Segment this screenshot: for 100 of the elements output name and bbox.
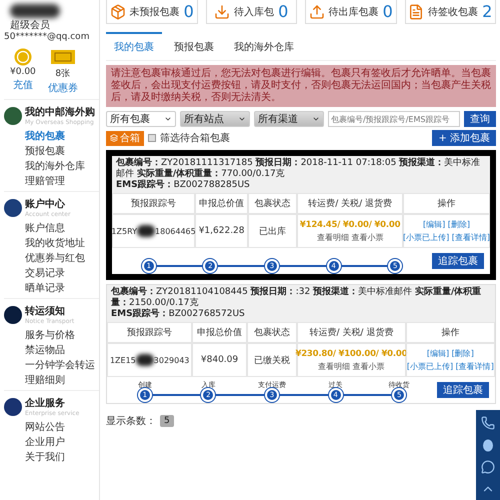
- fee-link[interactable]: 查看小票: [352, 362, 385, 370]
- section-title: 账户中心: [25, 197, 66, 211]
- stat-label: 待入库包: [234, 6, 274, 18]
- table-cell: ¥1,622.28: [195, 214, 248, 248]
- checkbox[interactable]: [148, 134, 156, 142]
- sidebar-item[interactable]: 我的海外仓库: [4, 159, 99, 174]
- operation-link[interactable]: [查看详情]: [452, 233, 490, 242]
- column-header: 转运费/ 关税/ 退货费: [297, 193, 404, 214]
- stat-label: 待出库包裹: [328, 6, 379, 18]
- sidebar-item[interactable]: 一分钟学会转运: [4, 358, 99, 373]
- filter-select[interactable]: 所有站点: [180, 111, 250, 127]
- penguin-icon[interactable]: [481, 438, 495, 452]
- sidebar-item[interactable]: 预报包裹: [4, 144, 99, 159]
- fee-link[interactable]: 查看小票: [351, 232, 384, 242]
- add-parcel-button[interactable]: + 添加包裹: [432, 130, 496, 146]
- checkbox-label: 筛选待合箱包裹: [160, 132, 230, 145]
- operation-link[interactable]: [编辑]: [426, 349, 452, 358]
- sidebar-item[interactable]: 优惠券与红包: [4, 251, 99, 266]
- column-header: 申报总价值: [195, 193, 248, 214]
- upload-icon: [308, 4, 325, 20]
- stat-card[interactable]: 待入库包 0: [206, 0, 297, 24]
- tracking-number: 1ZE15 3029043: [110, 354, 190, 366]
- search-field[interactable]: 包裹编号/预报跟踪号/EMS跟踪号: [328, 111, 460, 127]
- section-title: 我的中邮海外购: [25, 106, 95, 119]
- sidebar-item[interactable]: 理赔管理: [4, 174, 99, 189]
- sidebar-item[interactable]: 我的收货地址: [4, 236, 99, 251]
- tab[interactable]: 预报包裹: [166, 32, 222, 60]
- tab[interactable]: 我的海外仓库: [226, 32, 302, 60]
- operation-link[interactable]: [编辑]: [422, 220, 448, 229]
- chevron-down-icon: [164, 115, 172, 123]
- section-icon: [4, 106, 22, 124]
- sidebar-item[interactable]: 理赔细则: [4, 373, 99, 388]
- stat-label: 未预报包裹: [130, 6, 180, 18]
- column-header: 包裹状态: [248, 193, 298, 214]
- sidebar-item[interactable]: 网站公告: [4, 420, 99, 435]
- fee-link[interactable]: 查看明细: [316, 232, 352, 242]
- wallet-value: 8张: [55, 68, 70, 80]
- fee-amounts: ¥124.45/ ¥0.00/ ¥0.00: [300, 220, 400, 230]
- stat-card[interactable]: 待出库包裹 0: [305, 0, 396, 24]
- column-header: 操作: [403, 193, 490, 214]
- column-header: 转运费/ 关税/ 退货费: [297, 322, 406, 343]
- column-header: 申报总价值: [192, 322, 247, 343]
- section-icon: [4, 398, 22, 416]
- page-size-select[interactable]: 5: [160, 415, 174, 427]
- fee-link[interactable]: 查看明细: [318, 362, 353, 370]
- table-cell: 已出库: [248, 214, 298, 248]
- user-email: 50*******@qq.com: [4, 32, 90, 42]
- section-title: 转运须知: [25, 304, 66, 318]
- wallet-link[interactable]: 优惠券: [48, 81, 78, 95]
- download-icon: [214, 4, 230, 20]
- column-header: 预报跟踪号: [112, 193, 196, 214]
- track-button[interactable]: 追踪包裹: [437, 382, 489, 398]
- chat-icon[interactable]: [481, 460, 495, 474]
- phone-icon[interactable]: [481, 416, 495, 430]
- wallet-value: ¥0.00: [10, 67, 36, 77]
- stat-count: 2: [482, 2, 492, 21]
- stat-card[interactable]: 待签收包裹 2: [404, 0, 496, 24]
- sidebar-item[interactable]: 关于我们: [4, 450, 99, 465]
- filter-select[interactable]: 所有包裹: [106, 111, 176, 127]
- wallet-link[interactable]: 充值: [12, 78, 33, 92]
- operation-link[interactable]: [删除]: [448, 220, 470, 229]
- column-header: 预报跟踪号: [107, 322, 192, 343]
- section-title: 企业服务: [25, 396, 66, 410]
- operation-link[interactable]: [小票已上传]: [406, 362, 456, 371]
- sidebar-item[interactable]: 交易记录: [4, 266, 99, 281]
- operation-link[interactable]: [小票已上传]: [402, 233, 452, 242]
- sidebar-item[interactable]: 账户信息: [4, 221, 99, 236]
- tracking-number: 1Z5RY 18064465: [111, 225, 196, 237]
- sidebar-item[interactable]: 我的包裹: [4, 129, 99, 144]
- operation-link[interactable]: [查看详情]: [456, 362, 494, 371]
- search-button[interactable]: 查询: [464, 111, 496, 127]
- track-button[interactable]: 追踪包裹: [432, 253, 484, 269]
- filter-select[interactable]: 所有渠道: [254, 111, 324, 127]
- column-header: 包裹状态: [246, 322, 298, 343]
- member-level: 超级会员: [10, 18, 51, 32]
- layers-icon: [110, 134, 118, 142]
- column-header: 操作: [406, 322, 495, 343]
- sidebar-item[interactable]: 晒单记录: [4, 281, 99, 296]
- parcel-header: 包裹编号：ZY20181111317185 预报日期：2018-11-11 07:18:05 预报渠道：美中标准邮件 实际重量/体积重量：770.00/0.17克 EMS跟踪号：BZ002788285US: [112, 156, 490, 193]
- coin-icon: [14, 48, 32, 66]
- tab[interactable]: 我的包裹: [106, 32, 162, 60]
- operation-link[interactable]: [删除]: [452, 349, 474, 358]
- chevron-down-icon: [238, 115, 246, 123]
- stat-count: 0: [382, 2, 393, 21]
- sidebar-item[interactable]: 服务与价格: [4, 328, 99, 343]
- ticket-icon: [50, 48, 76, 66]
- stat-card[interactable]: 未预报包裹 0: [106, 0, 198, 24]
- blurred-name: [10, 4, 60, 18]
- sidebar-item[interactable]: 禁运物品: [4, 343, 99, 358]
- section-icon: [4, 198, 22, 216]
- notice-banner: 请注意包裹审核通过后，您无法对包裹进行编辑。包裹只有签收后才允许晒单。当包裹签收后，会出现支付运费按钮，请及时支付，否则包裹无法运回国内；当包裹产生关税后，请及时缴纳关税，否则无法清关。: [106, 65, 496, 107]
- box-icon: [110, 4, 126, 20]
- table-cell: ¥840.09: [192, 343, 247, 377]
- parcel-header: 包裹编号：ZY20181104108445 预报日期：:32 预报渠道：美中标准邮件 实际重量/体积重量：2150.00/0.17克 EMS跟踪号：BZ002768572US: [107, 285, 495, 322]
- section-icon: [4, 306, 22, 324]
- stat-count: 0: [184, 2, 194, 21]
- stat-count: 0: [278, 2, 288, 21]
- sidebar-item[interactable]: 企业用户: [4, 435, 99, 450]
- page-size-label: 显示条数：: [106, 415, 156, 428]
- document-icon: [408, 4, 424, 20]
